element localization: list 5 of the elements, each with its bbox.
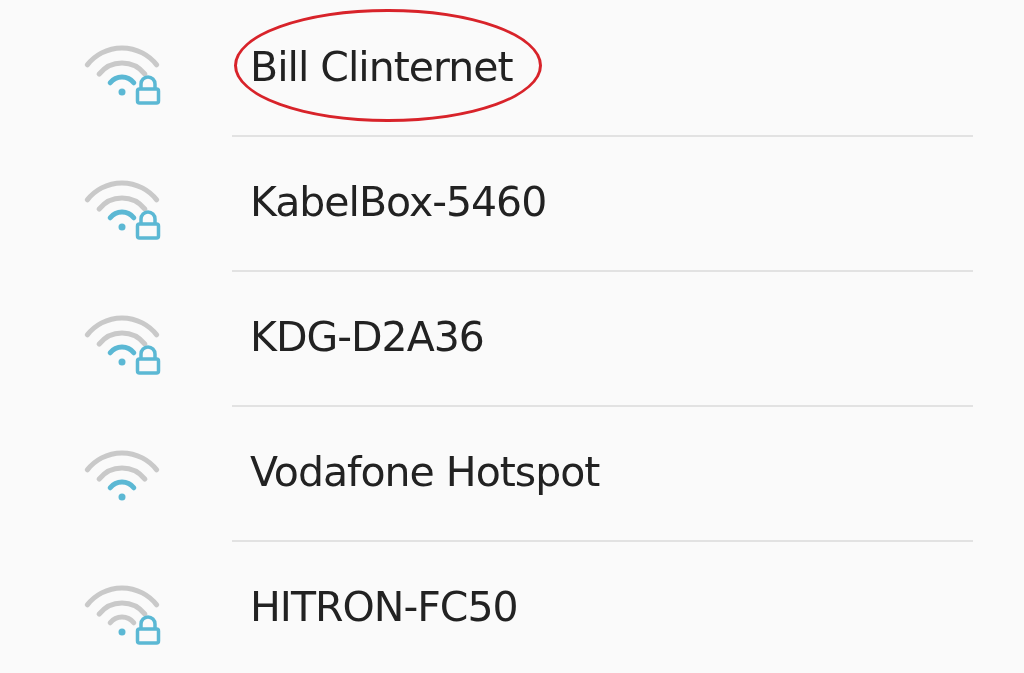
network-name[interactable]: HITRON-FC50 xyxy=(250,576,518,639)
network-name[interactable]: Bill Clinternet xyxy=(250,36,513,99)
network-name[interactable]: KDG-D2A36 xyxy=(250,306,484,369)
network-name[interactable]: KabelBox-5460 xyxy=(250,171,547,234)
network-name[interactable]: Vodafone Hotspot xyxy=(250,441,600,504)
